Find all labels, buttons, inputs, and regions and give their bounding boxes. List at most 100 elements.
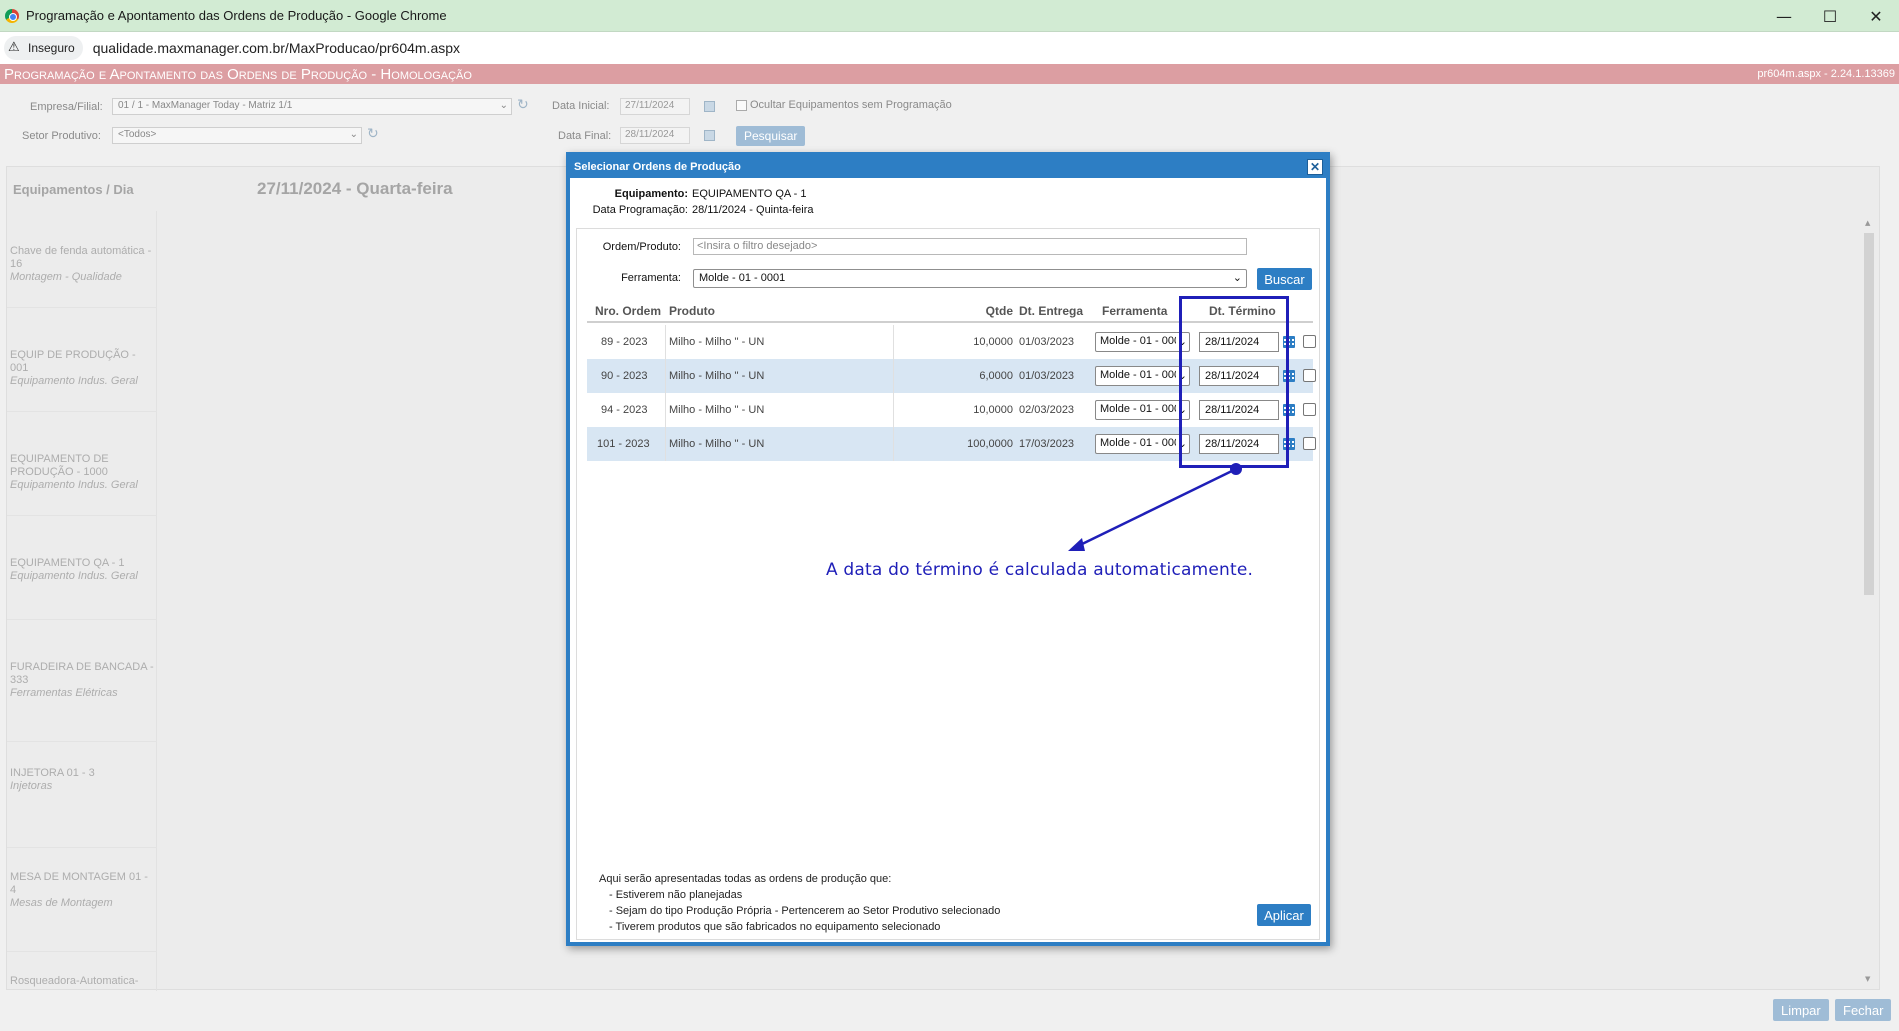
- notes-title: Aqui serão apresentadas todas as ordens …: [599, 873, 892, 885]
- close-icon[interactable]: ✕: [1307, 159, 1323, 175]
- cell-produto: Milho - Milho '' - UN: [669, 336, 765, 348]
- cell-entrega: 17/03/2023: [1019, 438, 1075, 450]
- app-version: pr604m.aspx - 2.24.1.13369: [1757, 68, 1895, 80]
- cell-ordem: 94 - 2023: [601, 404, 648, 416]
- fechar-button[interactable]: Fechar: [1835, 999, 1892, 1021]
- note-item: - Estiverem não planejadas: [609, 889, 743, 901]
- row-divider: [7, 847, 157, 848]
- annotation-dot: [1230, 463, 1242, 475]
- refresh-icon[interactable]: ↻: [367, 125, 379, 142]
- calendar-icon[interactable]: [704, 101, 715, 112]
- equipment-item[interactable]: EQUIP DE PRODUÇÃO - 001 Equipamento Indu…: [10, 349, 155, 388]
- pesquisar-button[interactable]: Pesquisar: [736, 126, 806, 146]
- address-bar: Inseguro qualidade.maxmanager.com.br/Max…: [0, 32, 1899, 64]
- annotation-text: A data do término é calculada automatica…: [826, 560, 1254, 580]
- empresa-select[interactable]: 01 / 1 - MaxManager Today - Matriz 1/1 ⌄: [112, 98, 512, 115]
- equipment-column: Chave de fenda automática - 16 Montagem …: [7, 211, 157, 991]
- row-ferramenta-select[interactable]: Molde - 01 - 0001 ⌄: [1095, 366, 1190, 386]
- data-final-input[interactable]: 28/11/2024: [620, 127, 690, 144]
- cell-divider: [665, 393, 666, 427]
- buscar-button[interactable]: Buscar: [1257, 268, 1312, 290]
- cell-produto: Milho - Milho '' - UN: [669, 370, 765, 382]
- browser-title-bar: Programação e Apontamento das Ordens de …: [0, 0, 1899, 32]
- row-divider: [7, 307, 157, 308]
- ferramenta-select[interactable]: Molde - 01 - 0001 ⌄: [693, 269, 1247, 288]
- window-controls: — ☐ ✕: [1761, 0, 1899, 32]
- row-ferramenta-select[interactable]: Molde - 01 - 0001 ⌄: [1095, 400, 1190, 420]
- ocultar-checkbox[interactable]: [736, 100, 747, 111]
- calendar-icon[interactable]: [704, 130, 715, 141]
- setor-label: Setor Produtivo:: [22, 130, 101, 142]
- row-divider: [7, 411, 157, 412]
- row-checkbox[interactable]: [1303, 403, 1316, 416]
- setor-select[interactable]: <Todos> ⌄: [112, 127, 362, 144]
- data-inicial-label: Data Inicial:: [552, 100, 610, 112]
- url-field[interactable]: qualidade.maxmanager.com.br/MaxProducao/…: [93, 40, 460, 56]
- equipment-item[interactable]: Chave de fenda automática - 16 Montagem …: [10, 245, 155, 284]
- equipment-item[interactable]: FURADEIRA DE BANCADA - 333 Ferramentas E…: [10, 661, 155, 700]
- scroll-up-icon[interactable]: ▲: [1865, 219, 1870, 227]
- ordem-produto-label: Ordem/Produto:: [602, 241, 681, 253]
- note-item: - Sejam do tipo Produção Própria - Perte…: [609, 905, 1001, 917]
- dialog-notes: Aqui serão apresentadas todas as ordens …: [599, 871, 1000, 935]
- cell-divider: [893, 393, 894, 427]
- row-checkbox[interactable]: [1303, 369, 1316, 382]
- window-title: Programação e Apontamento das Ordens de …: [26, 8, 447, 23]
- empresa-label: Empresa/Filial:: [30, 101, 103, 113]
- limpar-button[interactable]: Limpar: [1773, 999, 1829, 1021]
- cell-divider: [665, 427, 666, 461]
- close-window-button[interactable]: ✕: [1853, 0, 1899, 32]
- data-programacao-label: Data Programação:: [592, 204, 688, 216]
- col-qtde[interactable]: Qtde: [977, 304, 1013, 318]
- cell-qtde: 100,0000: [967, 438, 1013, 450]
- equipment-item[interactable]: EQUIPAMENTO DE PRODUÇÃO - 1000 Equipamen…: [10, 453, 155, 492]
- row-divider: [7, 619, 157, 620]
- cell-entrega: 02/03/2023: [1019, 404, 1075, 416]
- refresh-icon[interactable]: ↻: [517, 96, 529, 113]
- cell-divider: [893, 325, 894, 359]
- chevron-down-icon: ⌄: [1232, 272, 1242, 284]
- col-nro-ordem[interactable]: Nro. Ordem: [595, 304, 661, 318]
- annotation-highlight-box: [1179, 296, 1289, 468]
- row-divider: [7, 951, 157, 952]
- data-inicial-input[interactable]: 27/11/2024: [620, 98, 690, 115]
- data-programacao-value: 28/11/2024 - Quinta-feira: [692, 204, 814, 216]
- equipamento-label: Equipamento:: [614, 188, 688, 200]
- chrome-icon: [5, 8, 19, 23]
- cell-divider: [893, 359, 894, 393]
- ordem-produto-input[interactable]: <Insira o filtro desejado>: [693, 238, 1247, 255]
- app-header: Programação e Apontamento das Ordens de …: [0, 64, 1899, 84]
- chevron-down-icon: ⌄: [499, 100, 508, 111]
- cell-entrega: 01/03/2023: [1019, 370, 1075, 382]
- equipment-item[interactable]: MESA DE MONTAGEM 01 - 4 Mesas de Montage…: [10, 871, 155, 910]
- row-ferramenta-select[interactable]: Molde - 01 - 0001 ⌄: [1095, 434, 1190, 454]
- cell-divider: [665, 325, 666, 359]
- grid-scrollbar[interactable]: ▲ ▼: [1863, 217, 1875, 987]
- row-checkbox[interactable]: [1303, 335, 1316, 348]
- scroll-thumb[interactable]: [1864, 233, 1874, 595]
- cell-produto: Milho - Milho '' - UN: [669, 404, 765, 416]
- row-checkbox[interactable]: [1303, 437, 1316, 450]
- equipments-column-header: Equipamentos / Dia: [13, 181, 134, 197]
- dialog-title: Selecionar Ordens de Produção: [574, 161, 741, 173]
- cell-qtde: 6,0000: [979, 370, 1013, 382]
- equipment-item[interactable]: INJETORA 01 - 3 Injetoras: [10, 767, 155, 793]
- equipment-item[interactable]: EQUIPAMENTO QA - 1 Equipamento Indus. Ge…: [10, 557, 155, 583]
- equipment-item[interactable]: Rosqueadora-Automatica-: [10, 975, 155, 988]
- minimize-button[interactable]: —: [1761, 0, 1807, 32]
- cell-ordem: 90 - 2023: [601, 370, 648, 382]
- app-title: Programação e Apontamento das Ordens de …: [4, 65, 472, 83]
- col-dt-entrega[interactable]: Dt. Entrega: [1019, 304, 1083, 318]
- col-produto[interactable]: Produto: [669, 304, 715, 318]
- ferramenta-value: Molde - 01 - 0001: [699, 272, 786, 284]
- date-column-header: 27/11/2024 - Quarta-feira: [257, 179, 453, 198]
- equipamento-value: EQUIPAMENTO QA - 1: [692, 188, 807, 200]
- scroll-down-icon[interactable]: ▼: [1865, 975, 1870, 983]
- row-ferramenta-select[interactable]: Molde - 01 - 0001 ⌄: [1095, 332, 1190, 352]
- security-chip[interactable]: Inseguro: [4, 36, 83, 60]
- col-ferramenta[interactable]: Ferramenta: [1102, 304, 1167, 318]
- security-label: Inseguro: [28, 41, 75, 55]
- maximize-button[interactable]: ☐: [1807, 0, 1853, 32]
- aplicar-button[interactable]: Aplicar: [1257, 904, 1311, 926]
- ferramenta-label: Ferramenta:: [621, 272, 681, 284]
